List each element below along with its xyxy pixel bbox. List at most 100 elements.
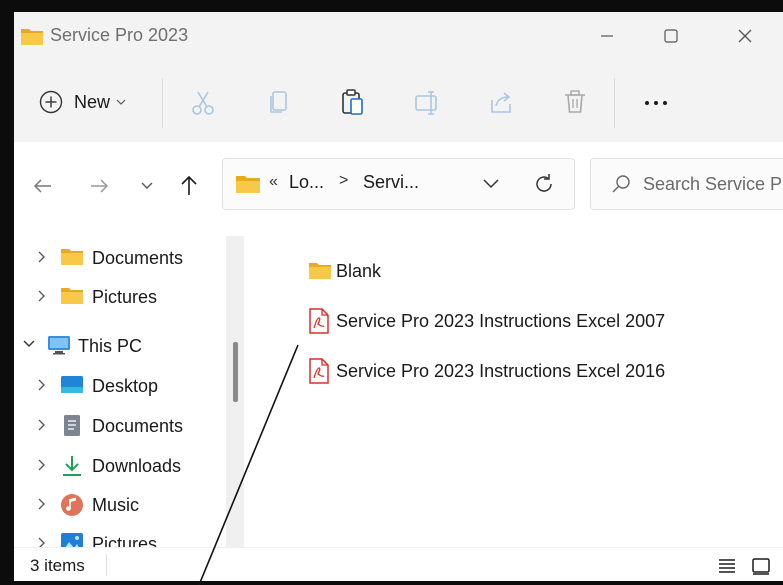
address-bar[interactable]: « Lo... > Servi... bbox=[222, 158, 575, 210]
tiles-view-icon bbox=[752, 558, 770, 575]
file-name: Blank bbox=[336, 261, 382, 281]
sidebar-item-desktop[interactable]: Desktop bbox=[14, 368, 224, 404]
more-icon bbox=[645, 101, 667, 105]
toolbar-separator bbox=[162, 78, 163, 128]
file-list: Blank Service Pro 2023 Instructions Exce… bbox=[252, 222, 783, 547]
chevron-down-icon bbox=[483, 179, 499, 189]
search-box[interactable] bbox=[590, 158, 783, 210]
sidebar-item-label: Pictures bbox=[92, 287, 158, 307]
arrow-right-icon bbox=[91, 179, 109, 193]
sidebar-item-label: Documents bbox=[92, 248, 184, 268]
status-separator bbox=[106, 554, 107, 576]
maximize-button[interactable] bbox=[651, 22, 691, 50]
address-overflow[interactable]: « bbox=[269, 173, 278, 191]
sidebar-item-downloads[interactable]: Downloads bbox=[14, 448, 224, 484]
more-options-button[interactable] bbox=[638, 88, 674, 118]
chevron-down-icon bbox=[141, 182, 153, 189]
file-name: Service Pro 2023 Instructions Excel 2016 bbox=[336, 361, 666, 381]
status-bar: 3 items bbox=[14, 547, 783, 581]
close-icon bbox=[738, 29, 752, 43]
folder-icon bbox=[61, 249, 83, 265]
maximize-icon bbox=[664, 29, 678, 43]
command-bar: New bbox=[14, 60, 783, 142]
delete-button[interactable] bbox=[558, 86, 592, 120]
sidebar-item-label: This PC bbox=[78, 336, 143, 356]
close-button[interactable] bbox=[725, 22, 765, 50]
sidebar-item-documents[interactable]: Documents bbox=[14, 240, 224, 276]
breadcrumb-segment[interactable]: Lo... bbox=[289, 172, 324, 193]
details-view-icon bbox=[719, 559, 735, 573]
breadcrumb-segment[interactable]: Servi... bbox=[363, 172, 419, 193]
rename-icon bbox=[415, 91, 437, 115]
copy-icon bbox=[270, 91, 287, 113]
navigation-pane: Documents Pictures This PC Desktop Docum… bbox=[14, 222, 252, 561]
download-icon bbox=[63, 456, 81, 476]
share-icon bbox=[491, 92, 511, 113]
sidebar-item-pictures[interactable]: Pictures bbox=[14, 279, 224, 315]
share-button[interactable] bbox=[484, 86, 518, 120]
sidebar-item-label: Documents bbox=[92, 416, 184, 436]
minimize-icon bbox=[601, 35, 613, 37]
chevron-right-icon bbox=[38, 498, 45, 510]
title-bar: Service Pro 2023 bbox=[14, 12, 783, 60]
recent-locations-button[interactable] bbox=[132, 172, 162, 200]
file-name: Service Pro 2023 Instructions Excel 2007 bbox=[336, 311, 666, 331]
sidebar-scrollbar[interactable] bbox=[226, 236, 244, 561]
rename-button[interactable] bbox=[410, 86, 444, 120]
documents-icon bbox=[64, 415, 80, 436]
folder-icon bbox=[309, 263, 331, 279]
folder-icon bbox=[21, 29, 43, 45]
pdf-icon bbox=[309, 358, 329, 384]
arrow-left-icon bbox=[33, 179, 51, 193]
desktop-icon bbox=[61, 376, 83, 393]
refresh-icon bbox=[536, 174, 552, 192]
paste-button[interactable] bbox=[336, 86, 370, 120]
sidebar-item-music[interactable]: Music bbox=[14, 487, 224, 523]
list-item[interactable]: Service Pro 2023 Instructions Excel 2016 bbox=[308, 354, 728, 388]
minimize-button[interactable] bbox=[587, 22, 627, 50]
up-button[interactable] bbox=[174, 172, 204, 200]
paste-icon bbox=[342, 89, 363, 115]
forward-button[interactable] bbox=[84, 172, 114, 200]
folder-icon bbox=[236, 176, 260, 193]
tiles-view-button[interactable] bbox=[750, 556, 772, 576]
search-icon bbox=[612, 175, 630, 193]
search-input[interactable] bbox=[643, 169, 783, 199]
monitor-icon bbox=[48, 336, 70, 355]
details-view-button[interactable] bbox=[716, 556, 738, 576]
sidebar-item-label: Music bbox=[92, 495, 140, 515]
back-button[interactable] bbox=[28, 172, 58, 200]
list-item[interactable]: Service Pro 2023 Instructions Excel 2007 bbox=[308, 304, 728, 338]
chevron-down-icon bbox=[116, 99, 126, 105]
chevron-right-icon bbox=[38, 419, 45, 431]
navigation-bar: « Lo... > Servi... bbox=[14, 142, 783, 222]
sidebar-item-label: Desktop bbox=[92, 376, 159, 396]
new-button[interactable]: New bbox=[38, 84, 148, 120]
scrollbar-thumb[interactable] bbox=[233, 342, 238, 402]
pdf-icon bbox=[309, 308, 329, 334]
copy-button[interactable] bbox=[262, 86, 296, 120]
refresh-button[interactable] bbox=[531, 171, 557, 197]
chevron-right-icon bbox=[38, 379, 45, 391]
list-item[interactable]: Blank bbox=[308, 254, 728, 288]
plus-circle-icon bbox=[39, 90, 63, 114]
explorer-window: Service Pro 2023 New « Lo... > Servi... … bbox=[0, 0, 783, 585]
chevron-down-icon bbox=[23, 340, 35, 347]
sidebar-item-this-pc[interactable]: This PC bbox=[14, 328, 224, 364]
arrow-up-icon bbox=[181, 175, 197, 195]
cut-button[interactable] bbox=[186, 86, 220, 120]
folder-icon bbox=[61, 288, 83, 304]
item-count: 3 items bbox=[30, 556, 85, 575]
cut-icon bbox=[192, 91, 214, 115]
chevron-right-icon bbox=[38, 290, 45, 302]
delete-icon bbox=[565, 90, 585, 113]
chevron-right-icon bbox=[38, 251, 45, 263]
address-dropdown-button[interactable] bbox=[479, 173, 503, 195]
music-icon bbox=[61, 494, 83, 516]
chevron-right-icon bbox=[38, 459, 45, 471]
sidebar-item-documents-pc[interactable]: Documents bbox=[14, 408, 224, 444]
sidebar-item-label: Downloads bbox=[92, 456, 182, 476]
toolbar-separator bbox=[614, 78, 615, 128]
window-title: Service Pro 2023 bbox=[50, 25, 189, 45]
new-label: New bbox=[74, 91, 111, 112]
